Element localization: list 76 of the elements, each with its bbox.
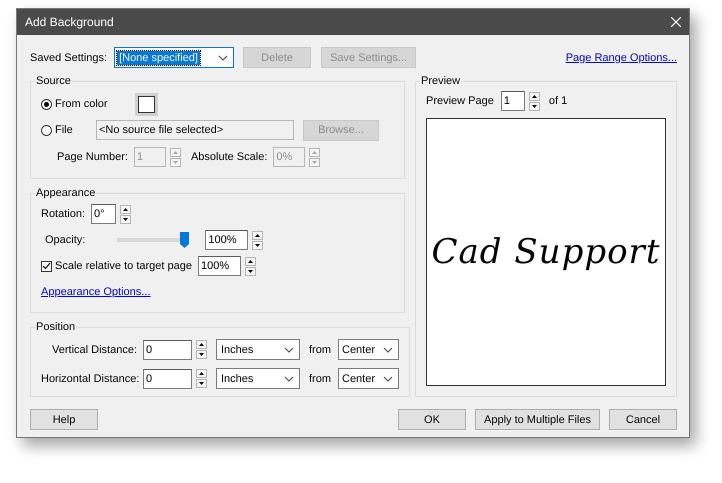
up-arrow-icon xyxy=(312,150,318,154)
section-title: Position xyxy=(35,321,76,333)
field-label: Horizontal Distance: xyxy=(41,372,137,384)
apply-to-multiple-files-button[interactable]: Apply to Multiple Files xyxy=(475,409,600,430)
preview-page-field[interactable]: 1 xyxy=(500,91,525,111)
spin-up-button[interactable] xyxy=(245,256,256,266)
checkbox-label: Scale relative to target page xyxy=(55,260,193,272)
spin-down-button[interactable] xyxy=(245,266,256,276)
down-arrow-icon xyxy=(255,244,260,246)
help-button[interactable]: Help xyxy=(30,409,98,430)
section-title: Source xyxy=(35,75,72,87)
cancel-button[interactable]: Cancel xyxy=(609,409,677,430)
spin-up-button[interactable] xyxy=(252,230,264,240)
chevron-down-icon xyxy=(383,346,393,352)
slider-thumb[interactable] xyxy=(180,232,190,248)
field-label: Saved Settings: xyxy=(30,52,108,64)
checkbox[interactable] xyxy=(41,260,52,272)
up-arrow-icon xyxy=(123,208,128,210)
radio-button[interactable] xyxy=(41,124,52,136)
down-arrow-icon xyxy=(199,382,204,385)
section-title: Preview xyxy=(420,75,462,87)
spin-down-button[interactable] xyxy=(120,214,132,224)
field-label: from xyxy=(309,372,331,384)
radio-label: File xyxy=(55,124,73,136)
preview-text: Cad Support xyxy=(432,232,660,272)
up-arrow-icon xyxy=(532,94,537,98)
field-label: Opacity: xyxy=(45,234,86,246)
chevron-down-icon xyxy=(218,54,228,60)
saved-settings-dropdown[interactable]: [None specified] xyxy=(114,47,234,68)
down-arrow-icon xyxy=(312,160,318,164)
file-field[interactable]: <No source file selected> xyxy=(96,120,294,140)
field-label: Preview Page xyxy=(426,95,494,107)
rotation-field[interactable]: 0° xyxy=(91,204,116,224)
spin-down-button[interactable] xyxy=(252,240,264,250)
page-count: of 1 xyxy=(548,95,568,107)
chevron-down-icon xyxy=(284,346,294,352)
up-arrow-icon xyxy=(199,372,204,375)
down-arrow-icon xyxy=(199,353,204,356)
up-arrow-icon xyxy=(199,343,204,346)
down-arrow-icon xyxy=(532,104,537,108)
ok-button[interactable]: OK xyxy=(398,409,466,430)
close-icon[interactable] xyxy=(671,17,681,27)
spin-down-button[interactable] xyxy=(196,350,207,359)
appearance-options-link[interactable]: Appearance Options... xyxy=(41,286,150,298)
down-arrow-icon xyxy=(248,270,253,272)
field-label: Absolute Scale: xyxy=(190,151,268,163)
spin-down-button[interactable] xyxy=(528,102,540,110)
field-label: Page Number: xyxy=(57,151,128,163)
opacity-field[interactable]: 100% xyxy=(205,230,248,250)
spin-up-button[interactable] xyxy=(196,369,207,378)
chevron-down-icon xyxy=(383,376,393,382)
unit-dropdown[interactable]: Inches xyxy=(216,339,300,360)
radio-button[interactable] xyxy=(41,98,52,110)
field-label: from xyxy=(309,344,331,356)
anchor-dropdown[interactable]: Center xyxy=(338,339,399,360)
spin-up-button[interactable] xyxy=(196,340,207,349)
page-range-link[interactable]: Page Range Options... xyxy=(566,52,677,64)
radio-label: From color xyxy=(55,98,108,110)
field-label: Vertical Distance: xyxy=(51,344,137,356)
up-arrow-icon xyxy=(248,260,253,262)
spin-up-button[interactable] xyxy=(528,92,540,100)
down-arrow-icon xyxy=(172,160,178,164)
field-label: Rotation: xyxy=(41,208,86,220)
spin-down-button[interactable] xyxy=(196,379,207,388)
up-arrow-icon xyxy=(172,150,178,154)
down-arrow-icon xyxy=(123,218,128,220)
unit-dropdown[interactable]: Inches xyxy=(216,368,300,389)
distance-field[interactable]: 0 xyxy=(143,340,192,360)
window-title: Add Background xyxy=(25,15,114,29)
up-arrow-icon xyxy=(255,234,260,236)
chevron-down-icon xyxy=(284,376,294,382)
section-title: Appearance xyxy=(35,187,96,199)
distance-field[interactable]: 0 xyxy=(143,368,192,388)
spin-up-button[interactable] xyxy=(120,204,132,214)
scale-field[interactable]: 100% xyxy=(198,256,241,276)
anchor-dropdown[interactable]: Center xyxy=(338,368,399,389)
